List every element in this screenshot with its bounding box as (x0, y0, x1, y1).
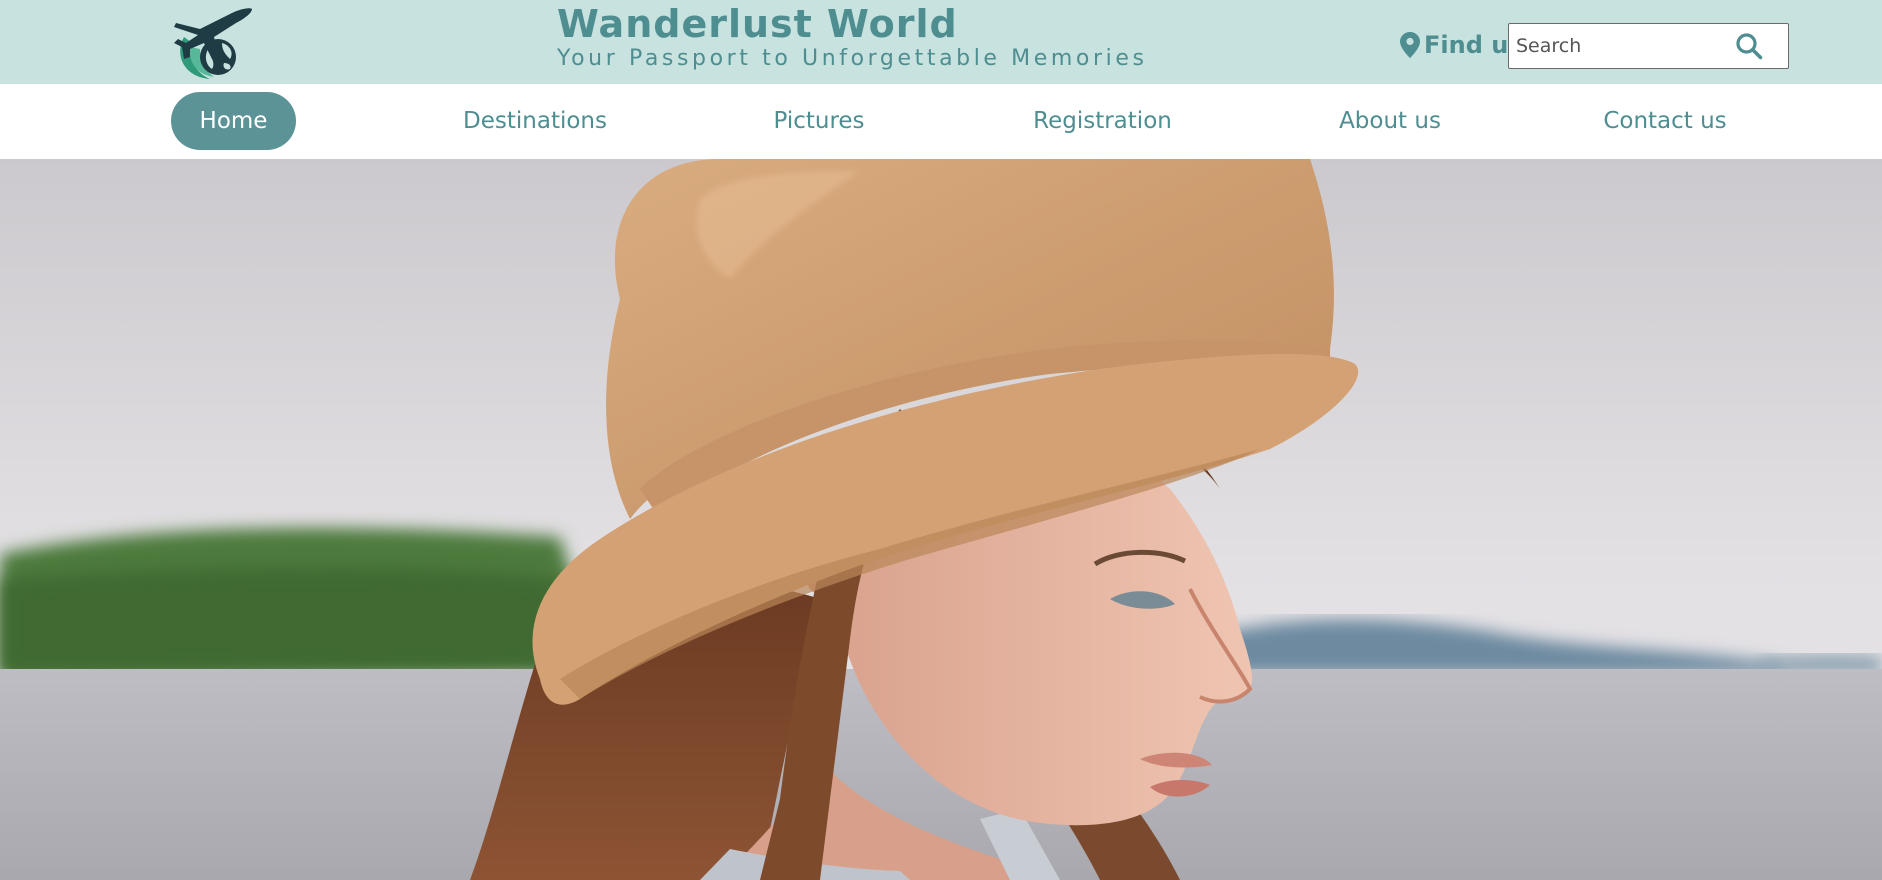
nav-item-destinations[interactable]: Destinations (445, 92, 625, 150)
search-icon (1736, 33, 1763, 60)
airplane-globe-icon[interactable] (170, 3, 254, 81)
nav-item-pictures[interactable]: Pictures (754, 92, 884, 150)
map-pin-icon (1400, 32, 1420, 58)
hero-image (0, 159, 1882, 880)
site-title: Wanderlust World (557, 2, 958, 46)
find-us-link[interactable]: Find us (1400, 30, 1523, 60)
search-box (1508, 23, 1789, 69)
nav-item-home[interactable]: Home (171, 92, 296, 150)
site-tagline: Your Passport to Unforgettable Memories (557, 46, 1148, 71)
search-button[interactable] (1727, 28, 1771, 64)
nav-item-contact-us[interactable]: Contact us (1595, 92, 1735, 150)
nav-item-about-us[interactable]: About us (1320, 92, 1460, 150)
hero-photo (0, 159, 1882, 880)
main-nav: Home Destinations Pictures Registration … (0, 84, 1882, 159)
search-input[interactable] (1509, 24, 1719, 68)
nav-item-registration[interactable]: Registration (1020, 92, 1185, 150)
brand-block: Wanderlust World Your Passport to Unforg… (557, 2, 1177, 80)
site-header: Wanderlust World Your Passport to Unforg… (0, 0, 1882, 84)
